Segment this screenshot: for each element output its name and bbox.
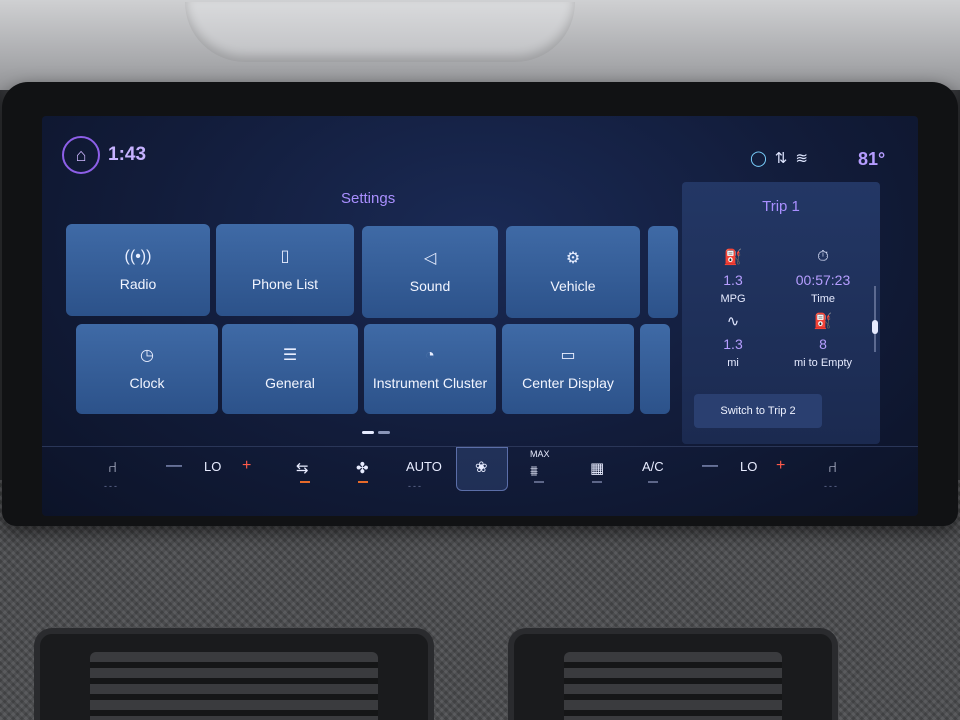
max-defrost-icon[interactable]: ⩩ [530,463,538,480]
outside-temperature: 81° [858,149,886,169]
ac-indicator [648,481,658,483]
trip-panel: Trip 1 ⛽ 1.3 MPG ⏱ 00:57:23 Time ∿ 1.3 m… [682,182,880,444]
trip-time-label: Time [810,293,836,305]
speaker-icon: ◁ [423,250,437,267]
tile-label: Radio [119,276,157,292]
home-button[interactable]: ⌂ [62,136,100,174]
auto-button[interactable]: AUTO [406,459,442,474]
seat-heat-right-icon[interactable]: ⑁ [828,459,837,476]
rear-defrost-icon[interactable]: ▦ [590,459,604,477]
clock-time: 1:43 [108,144,147,165]
tile-phone-list[interactable]: ▯ Phone List [216,224,354,316]
sliders-icon: ☰ [282,347,298,364]
trip-mpg-value: 1.3 [723,272,743,288]
page-indicator [362,431,390,434]
right-temp-up-button[interactable]: + [776,457,785,475]
page-title: Settings [341,190,396,207]
trip-title: Trip 1 [762,198,800,215]
tile-label: Center Display [522,375,614,391]
seat-level-right: --- [824,481,839,491]
vehicle-icon: ⚙ [565,250,581,267]
tile-next-partial-2[interactable] [640,324,670,414]
trip-range: ⛽ 8 mi to Empty [778,312,868,369]
fuel-pump-icon: ⛽ [813,313,833,330]
tile-label: Sound [409,278,451,294]
ac-button[interactable]: A/C [642,459,664,474]
left-temp-up-button[interactable]: + [242,457,251,475]
trip-time: ⏱ 00:57:23 Time [778,248,868,305]
home-icon: ⌂ [75,144,87,165]
trip-range-label: mi to Empty [793,357,853,369]
climate-bar: ⑁ --- — LO + ⇆ ✤ AUTO --- ❀ MAX ⩩ ▦ A/C … [42,446,918,491]
tile-label: Vehicle [550,278,596,294]
auto-level: --- [408,481,423,491]
trip-range-value: 8 [819,336,827,352]
trip-mpg-label: MPG [720,293,746,305]
right-temp-value: LO [740,459,758,474]
wifi-icon: ≋ [795,150,808,167]
max-defrost-indicator [534,481,544,483]
tile-general[interactable]: ☰ General [222,324,358,414]
trip-distance-label: mi [727,357,739,369]
recirculation-icon[interactable]: ⇆ [296,459,309,477]
phone-list-icon: ▯ [280,248,290,265]
recirculation-indicator [300,481,310,483]
fuel-economy-icon: ⛽ [723,249,743,266]
page-dot [378,431,390,434]
tile-center-display[interactable]: ▭ Center Display [502,324,634,414]
status-icons: ◯ ⇅ ≋ [750,150,808,168]
tile-vehicle[interactable]: ⚙ Vehicle [506,226,640,318]
max-defrost-label: MAX [530,449,550,459]
tile-instrument-cluster[interactable]: ◔ Instrument Cluster [364,324,496,414]
alexa-ring-icon[interactable]: ◯ [750,150,767,168]
climate-controls-icon: ❀ [475,459,488,476]
fan-icon[interactable]: ✤ [356,459,369,477]
switch-trip-button[interactable]: Switch to Trip 2 [694,394,822,428]
route-icon: ∿ [726,313,740,330]
tile-label: General [265,375,315,391]
trip-distance: ∿ 1.3 mi [688,312,778,369]
tile-next-partial[interactable] [648,226,678,318]
page-dot-active [362,431,374,434]
trip-time-value: 00:57:23 [795,272,851,288]
fan-indicator [358,481,368,483]
tile-label: Phone List [251,276,319,292]
display-icon: ▭ [560,347,576,364]
rear-defrost-indicator [592,481,602,483]
tile-radio[interactable]: ((•)) Radio [66,224,210,316]
antenna-icon: ((•)) [124,248,152,265]
left-temp-value: LO [204,459,222,474]
right-temp-down-button[interactable]: — [702,457,718,475]
trip-mpg: ⛽ 1.3 MPG [688,248,778,305]
tile-label: Instrument Cluster [372,375,488,391]
signal-arrows-icon: ⇅ [774,150,788,167]
trip-distance-value: 1.3 [723,336,743,352]
gauge-icon: ◔ [425,347,435,364]
clock-icon: ◷ [140,347,154,364]
tile-sound[interactable]: ◁ Sound [362,226,498,318]
climate-menu-button[interactable]: ❀ [456,447,508,491]
trip-scrollbar-track[interactable] [874,286,876,352]
seat-level-left: --- [104,481,119,491]
air-vent-right [508,628,838,720]
tile-clock[interactable]: ◷ Clock [76,324,218,414]
left-temp-down-button[interactable]: — [166,457,182,475]
stopwatch-icon: ⏱ [817,248,829,265]
trip-scrollbar-thumb[interactable] [872,320,878,334]
seat-heat-left-icon[interactable]: ⑁ [108,459,117,476]
infotainment-screen: ⌂ 1:43 ◯ ⇅ ≋ 81° Settings ((•)) Radio ▯ … [42,116,918,516]
tile-label: Clock [129,375,165,391]
air-vent-left [34,628,434,720]
defrost-vent [185,2,575,62]
